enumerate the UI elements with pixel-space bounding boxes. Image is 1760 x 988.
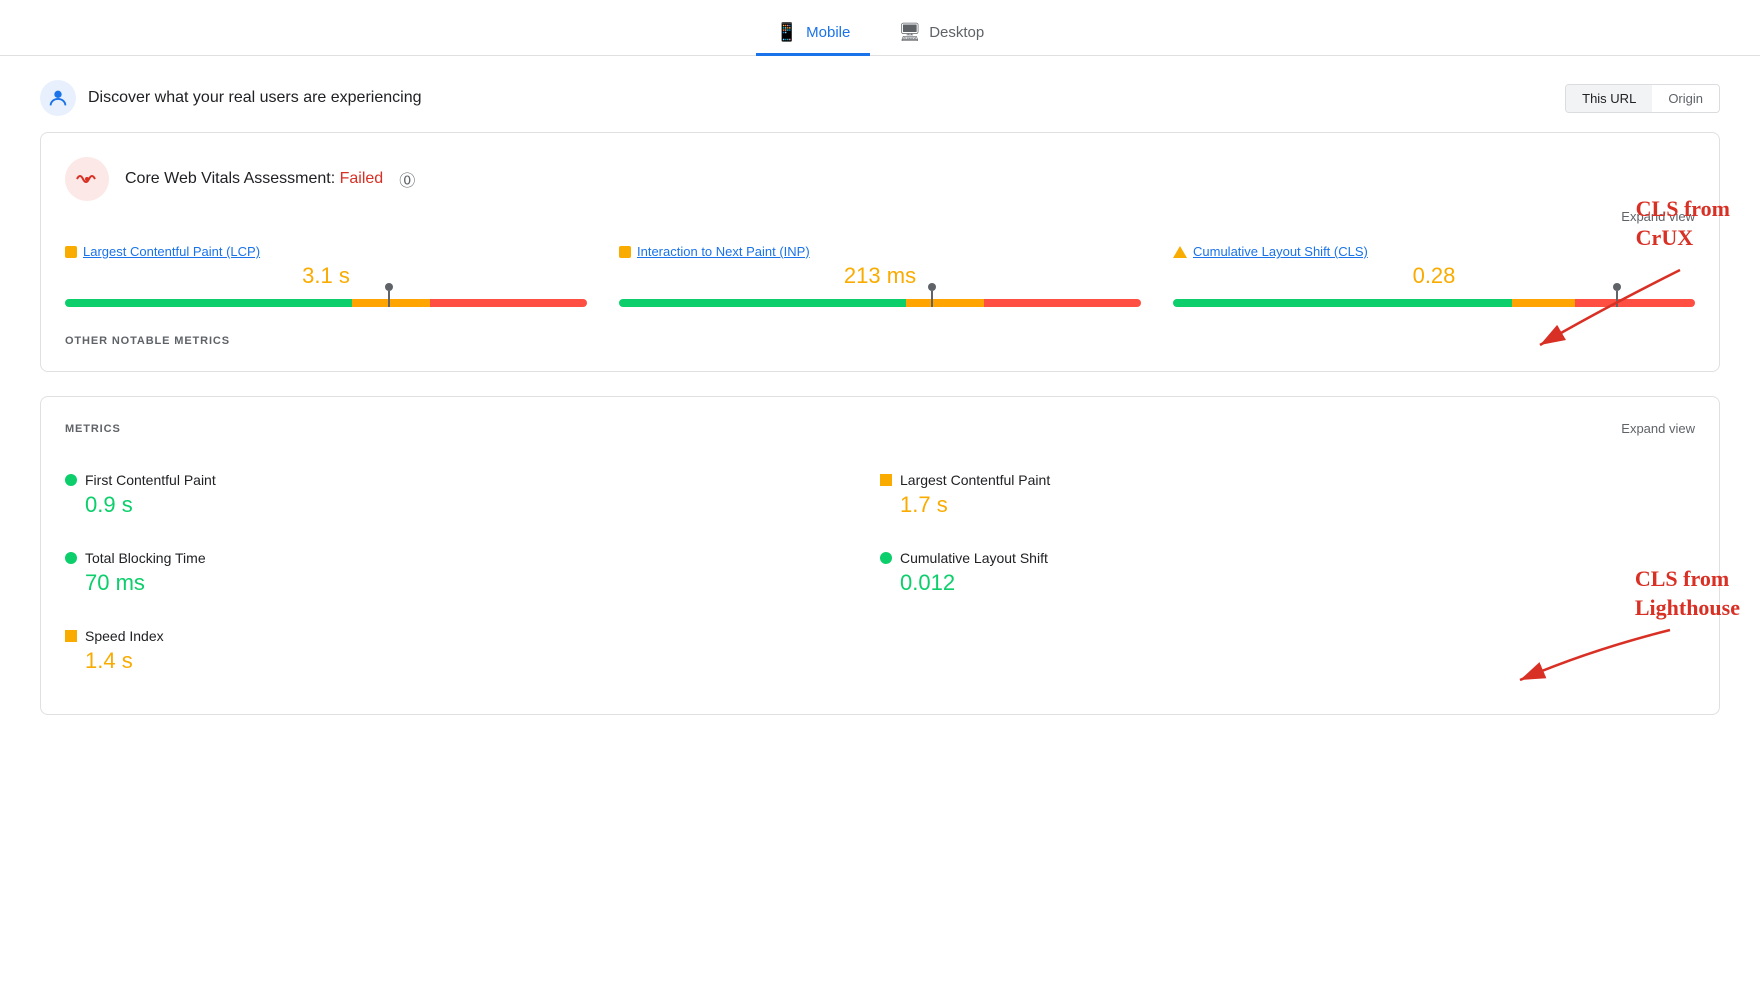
tab-desktop-label: Desktop [929,24,984,41]
metric-tbt-label: Total Blocking Time [65,550,880,566]
cls-bar-orange [1512,299,1575,307]
expand-view-link[interactable]: Expand view [1621,209,1695,224]
cls-indicator [1612,295,1622,311]
cwv-icon [65,157,109,201]
metric-lcp2-row: Largest Contentful Paint 1.7 s [880,456,1695,534]
metric-cls2-value: 0.012 [880,570,1695,596]
cls2-status-dot [880,552,892,564]
lcp-indicator-dot [385,283,393,291]
tab-mobile-label: Mobile [806,24,850,41]
metrics-right-col: Largest Contentful Paint 1.7 s Cumulativ… [880,456,1695,690]
inp-icon [619,246,631,258]
metrics-card-title: METRICS [65,423,121,435]
lcp-bar-track [65,299,587,307]
inp-indicator-pin [931,291,933,307]
tab-mobile[interactable]: 📱 Mobile [756,12,871,56]
metric-cls2-label: Cumulative Layout Shift [880,550,1695,566]
metric-cls-label[interactable]: Cumulative Layout Shift (CLS) [1173,244,1695,259]
inp-indicator-dot [928,283,936,291]
inp-bar-green [619,299,906,307]
core-web-vitals-card: Core Web Vitals Assessment: Failed ⓪ Exp… [40,132,1720,372]
expand-row: Expand view [65,209,1695,224]
inp-bar-red [984,299,1141,307]
lcp2-status-square [880,474,892,486]
lcp-progress-bar [65,299,587,307]
tab-bar: 📱 Mobile 🖥 Desktop [0,0,1760,56]
this-url-button[interactable]: This URL [1566,85,1652,112]
help-icon[interactable]: ⓪ [399,167,415,191]
cls-progress-bar [1173,299,1695,307]
metric-tbt-value: 70 ms [65,570,880,596]
metric-lcp2-label: Largest Contentful Paint [880,472,1695,488]
origin-button[interactable]: Origin [1652,85,1719,112]
url-origin-toggle: This URL Origin [1565,84,1720,113]
metric-si-value: 1.4 s [65,648,880,674]
si-status-square [65,630,77,642]
cwv-header: Core Web Vitals Assessment: Failed ⓪ [65,157,1695,201]
metric-inp-label[interactable]: Interaction to Next Paint (INP) [619,244,1141,259]
section-title: Discover what your real users are experi… [88,89,421,107]
inp-progress-bar [619,299,1141,307]
tab-desktop[interactable]: 🖥 Desktop [878,12,1004,56]
lcp-indicator-pin [388,291,390,307]
metric-cls: Cumulative Layout Shift (CLS) 0.28 [1173,244,1695,307]
cls-icon [1173,246,1187,258]
metrics-card: METRICS Expand view First Contentful Pai… [40,396,1720,715]
inp-indicator [927,295,937,311]
metric-si-label: Speed Index [65,628,880,644]
inp-bar-orange [906,299,984,307]
section-header: Discover what your real users are experi… [0,80,1760,116]
metrics-grid: Largest Contentful Paint (LCP) 3.1 s [65,244,1695,307]
lcp-bar-green [65,299,352,307]
metric-inp: Interaction to Next Paint (INP) 213 ms [619,244,1141,307]
other-metrics-label: OTHER NOTABLE METRICS [65,331,1695,347]
section-title-row: Discover what your real users are experi… [40,80,421,116]
metrics-2col: First Contentful Paint 0.9 s Total Block… [65,456,1695,690]
metric-cls2-row: Cumulative Layout Shift 0.012 [880,534,1695,612]
cls-indicator-dot [1613,283,1621,291]
metric-lcp: Largest Contentful Paint (LCP) 3.1 s [65,244,587,307]
lcp-icon [65,246,77,258]
metric-lcp2-value: 1.7 s [880,492,1695,518]
tbt-status-dot [65,552,77,564]
metric-fcp-value: 0.9 s [65,492,880,518]
metric-inp-value: 213 ms [619,263,1141,289]
metrics-left-col: First Contentful Paint 0.9 s Total Block… [65,456,880,690]
main-content: Core Web Vitals Assessment: Failed ⓪ Exp… [0,132,1760,715]
cwv-title: Core Web Vitals Assessment: Failed [125,170,383,188]
desktop-icon: 🖥 [898,22,921,43]
metrics-expand-view-link[interactable]: Expand view [1621,421,1695,436]
cls-bar-green [1173,299,1512,307]
metric-lcp-label[interactable]: Largest Contentful Paint (LCP) [65,244,587,259]
section-icon [40,80,76,116]
metric-fcp-label: First Contentful Paint [65,472,880,488]
lcp-indicator [384,295,394,311]
metrics-card-header: METRICS Expand view [65,421,1695,436]
metric-fcp-row: First Contentful Paint 0.9 s [65,456,880,534]
metric-si-row: Speed Index 1.4 s [65,612,880,690]
fcp-status-dot [65,474,77,486]
mobile-icon: 📱 [776,22,798,43]
lcp-bar-red [430,299,587,307]
cls-indicator-pin [1616,291,1618,307]
inp-bar-track [619,299,1141,307]
cls-bar-red [1575,299,1695,307]
metric-lcp-value: 3.1 s [65,263,587,289]
metric-tbt-row: Total Blocking Time 70 ms [65,534,880,612]
